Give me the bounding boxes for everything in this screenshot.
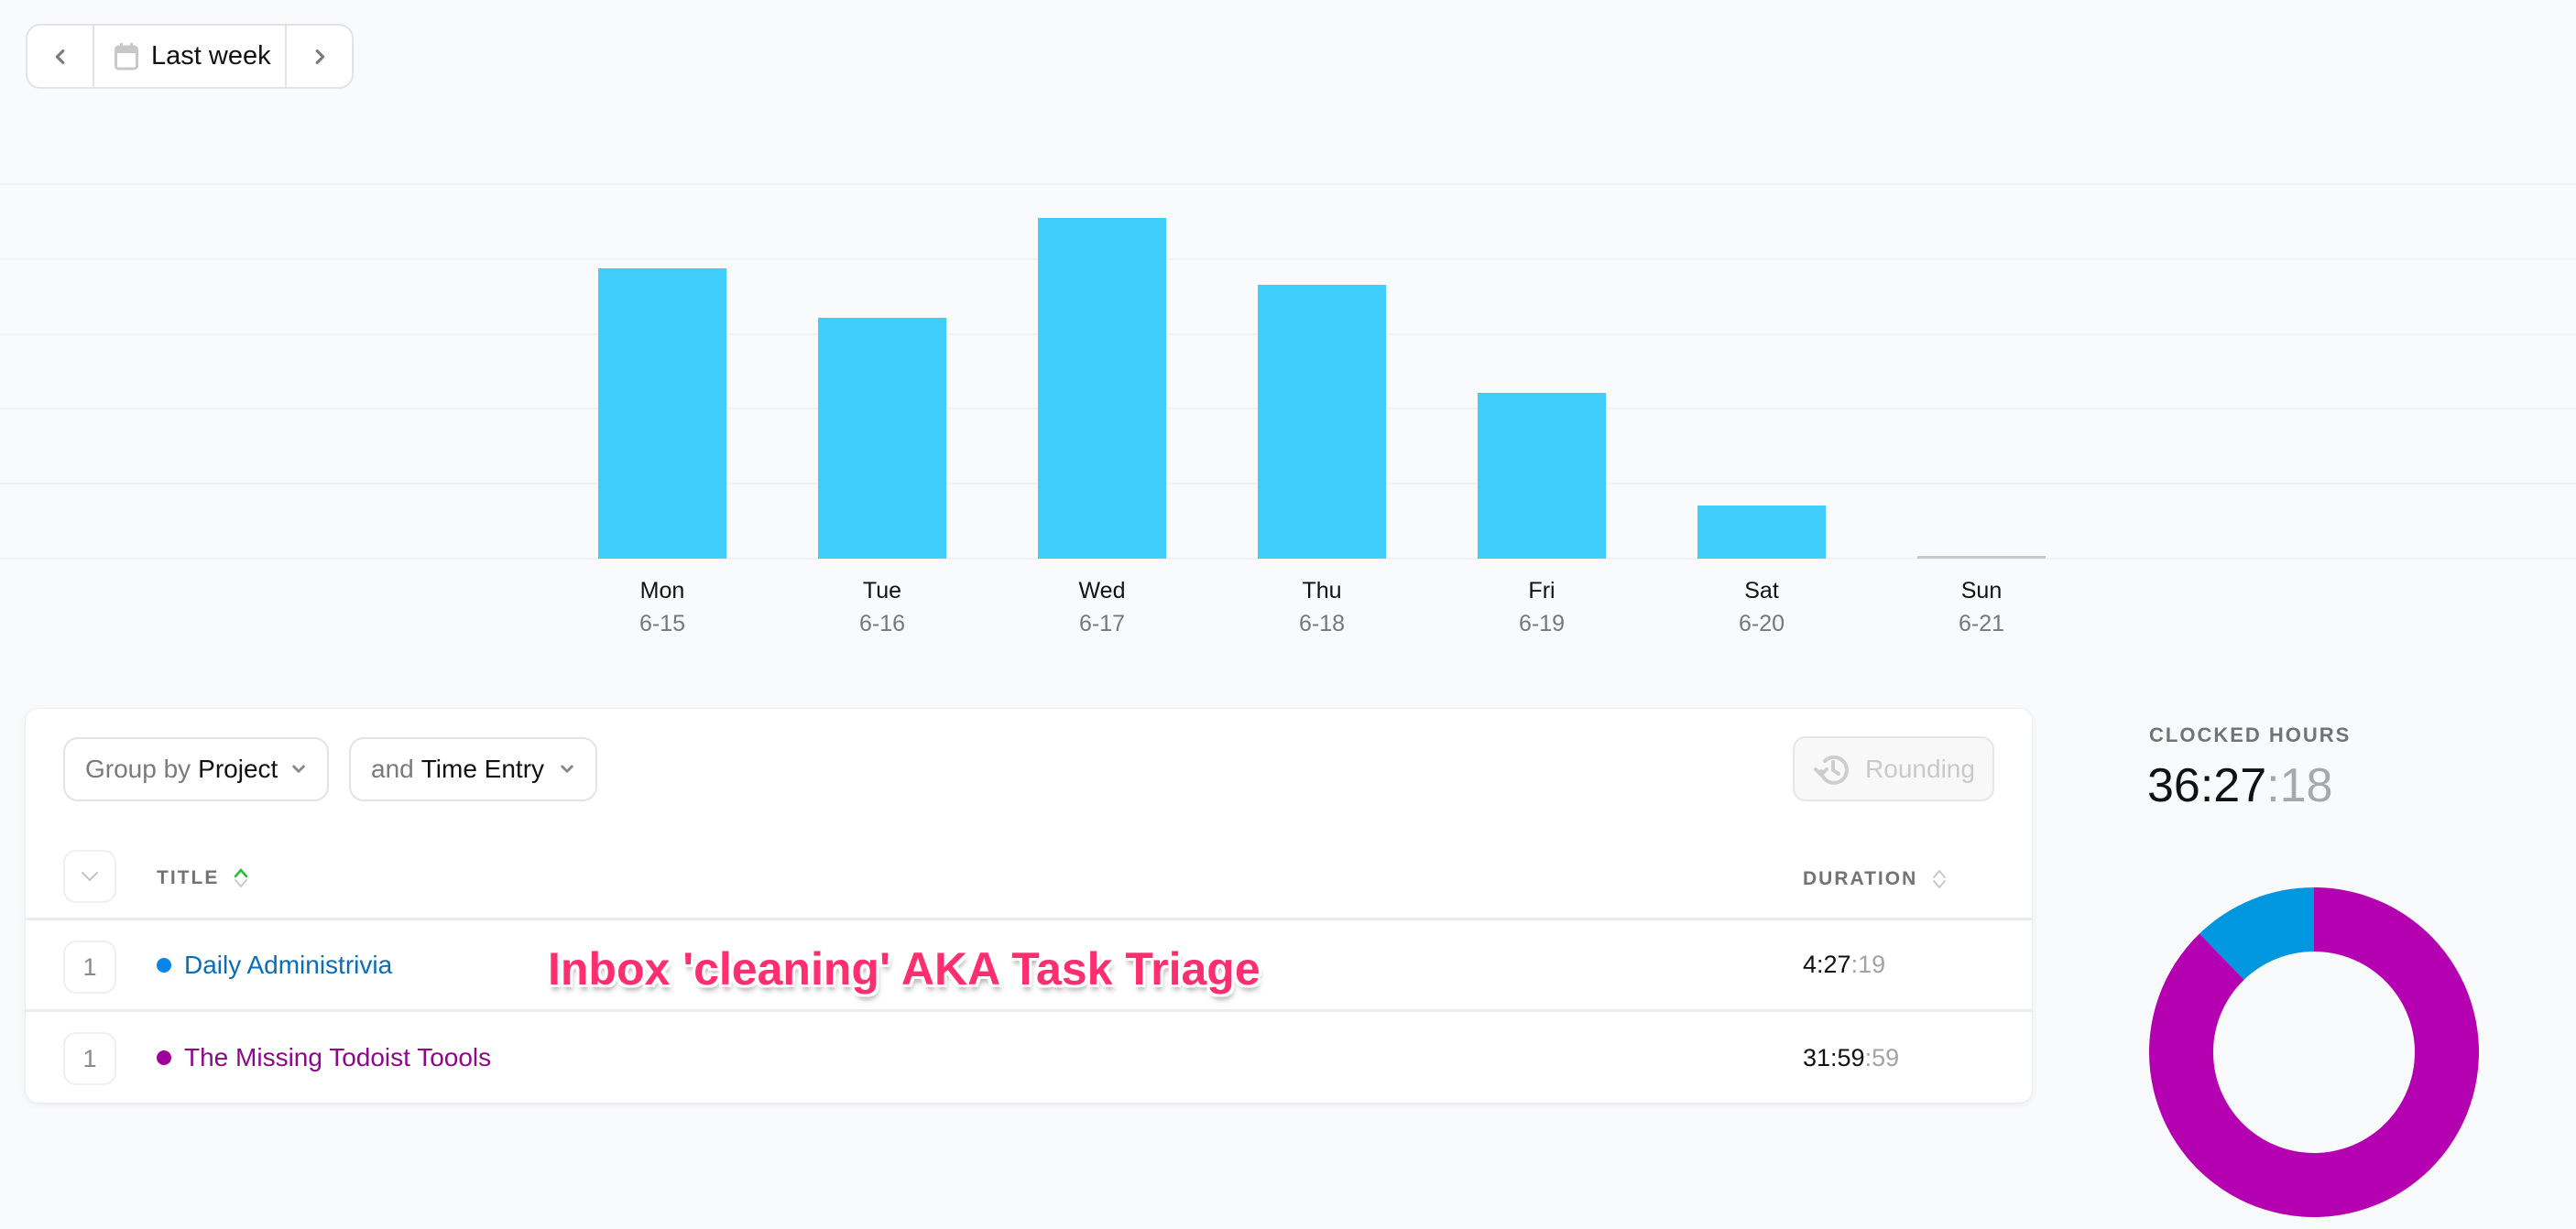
group-by-value: Project: [198, 755, 278, 783]
x-tick-day: Sun: [1960, 578, 2003, 604]
x-tick-date: 6-17: [1078, 611, 1126, 636]
row-title-link[interactable]: The Missing Todoist Toools: [157, 1012, 491, 1104]
group-by-select[interactable]: Group by Project: [63, 737, 329, 801]
gridline: [0, 257, 2576, 260]
sort-ascending-icon[interactable]: [232, 867, 250, 889]
x-axis-label: Thu 6-18: [1212, 574, 1432, 640]
clocked-hours-total: 36:27:18: [2147, 758, 2332, 813]
x-tick-day: Mon: [639, 578, 685, 604]
bar-wed[interactable]: [1038, 218, 1166, 559]
row-duration: 31:59:59: [1803, 1012, 1899, 1104]
x-tick-date: 6-19: [1518, 611, 1566, 636]
bar-sat[interactable]: [1697, 505, 1826, 559]
project-color-dot: [157, 1050, 171, 1065]
rounding-label: Rounding: [1865, 754, 1975, 783]
row-title: Daily Administrivia: [184, 950, 393, 979]
column-header-title[interactable]: TITLE: [157, 865, 250, 892]
rounding-button[interactable]: Rounding: [1793, 736, 1994, 801]
subgroup-prefix: and: [371, 755, 414, 783]
report-table-card: Group by Project and Time Entry Rounding…: [26, 709, 2032, 1103]
subgroup-select[interactable]: and Time Entry: [349, 737, 597, 801]
x-tick-date: 6-16: [858, 611, 906, 636]
duration-main: 4:27: [1803, 951, 1851, 978]
x-tick-day: Sat: [1744, 578, 1779, 604]
chevron-down-icon: [561, 765, 573, 773]
expand-all-button[interactable]: [63, 850, 116, 903]
x-tick-date: 6-18: [1298, 611, 1346, 636]
donut-slice-the-missing-todoist-toools[interactable]: [2149, 887, 2479, 1217]
x-tick-day: Tue: [862, 578, 902, 604]
row-title-link[interactable]: Daily Administrivia: [157, 920, 392, 1009]
bar-tue[interactable]: [818, 317, 946, 559]
bar-sun[interactable]: [1917, 556, 2046, 559]
clocked-hours-seconds: :18: [2266, 759, 2333, 812]
column-title-label: TITLE: [157, 867, 220, 888]
x-axis-label: Sun 6-21: [1872, 574, 2091, 640]
x-axis-label: Wed 6-17: [992, 574, 1212, 640]
duration-seconds: :19: [1850, 951, 1886, 978]
history-clock-icon: [1814, 755, 1850, 785]
duration-seconds: :59: [1864, 1043, 1900, 1071]
row-count-button[interactable]: 1: [63, 941, 116, 994]
gridline: [0, 183, 2576, 185]
x-tick-day: Wed: [1078, 578, 1126, 604]
daily-hours-bar-chart: Mon 6-15 Tue 6-16 Wed 6-17 Thu 6-18 Fri 6-19 Sat 6-…: [0, 0, 2576, 659]
row-duration: 4:27:19: [1803, 920, 1885, 1009]
row-title: The Missing Todoist Toools: [184, 1043, 492, 1071]
table-header: TITLE DURATION: [26, 850, 2032, 920]
subgroup-value: Time Entry: [420, 755, 545, 783]
bar-mon[interactable]: [598, 267, 726, 559]
row-count-button[interactable]: 1: [63, 1032, 116, 1085]
bar-fri[interactable]: [1478, 393, 1606, 559]
clocked-hours-main: 36:27: [2147, 759, 2267, 812]
annotation-overlay-text: Inbox 'cleaning' AKA Task Triage: [548, 943, 1261, 995]
x-axis-label: Mon 6-15: [552, 574, 772, 640]
x-tick-day: Fri: [1528, 578, 1555, 604]
table-row: 1 The Missing Todoist Toools 31:59:59: [26, 1012, 2032, 1104]
x-tick-date: 6-21: [1958, 611, 2005, 636]
bar-thu[interactable]: [1258, 284, 1386, 559]
x-tick-day: Thu: [1302, 578, 1342, 604]
clocked-hours-label: CLOCKED HOURS: [2149, 723, 2352, 746]
group-by-prefix: Group by: [85, 755, 191, 783]
x-axis-label: Fri 6-19: [1432, 574, 1652, 640]
x-tick-date: 6-15: [639, 611, 686, 636]
chevron-down-icon: [292, 765, 305, 773]
project-share-donut-chart: [2149, 887, 2479, 1217]
x-tick-date: 6-20: [1738, 611, 1785, 636]
chevron-down-icon: [82, 872, 98, 882]
column-duration-label: DURATION: [1803, 868, 1918, 889]
x-axis-label: Sat 6-20: [1652, 574, 1872, 640]
project-color-dot: [157, 957, 171, 973]
x-axis-label: Tue 6-16: [772, 574, 992, 640]
column-header-duration[interactable]: DURATION: [1803, 865, 1948, 893]
sort-unsorted-icon[interactable]: [1930, 868, 1948, 890]
duration-main: 31:59: [1803, 1043, 1865, 1071]
